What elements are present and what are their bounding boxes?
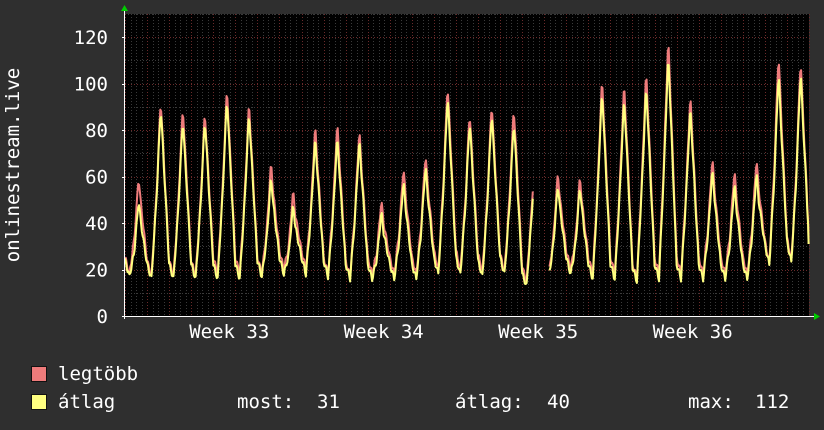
stat-max-value: 112 xyxy=(755,391,790,413)
y-axis-arrow xyxy=(121,5,128,11)
stat-avg-value: 40 xyxy=(547,391,570,413)
x-tick-label: Week 33 xyxy=(189,321,269,343)
y-tick-label: 80 xyxy=(85,120,108,142)
stat-now-value: 31 xyxy=(317,391,340,413)
y-tick-label: 100 xyxy=(74,74,108,96)
y-tick-label: 120 xyxy=(74,27,108,49)
stat-avg-label: átlag: xyxy=(455,391,524,413)
y-tick-label: 20 xyxy=(85,260,108,282)
y-tick-labels: 0 20 40 60 80 100 120 xyxy=(74,27,108,328)
x-axis-arrow xyxy=(814,313,820,320)
x-tick-label: Week 36 xyxy=(653,321,733,343)
y-axis-label: onlinestream.live xyxy=(2,68,24,262)
stat-now-label: most: xyxy=(237,391,295,413)
y-tick-label: 40 xyxy=(85,213,108,235)
y-tick-label: 60 xyxy=(85,167,108,189)
legend-label-avg: átlag xyxy=(58,391,116,413)
stat-max-label: max: xyxy=(688,391,734,413)
x-tick-label: Week 35 xyxy=(498,321,578,343)
legend-swatch-max xyxy=(31,366,47,382)
x-tick-label: Week 34 xyxy=(344,321,424,343)
x-tick-labels: Week 33 Week 34 Week 35 Week 36 xyxy=(189,321,732,343)
legend-label-max: legtöbb xyxy=(58,363,139,385)
y-tick-label: 0 xyxy=(97,306,108,328)
legend-swatch-avg xyxy=(31,394,47,410)
